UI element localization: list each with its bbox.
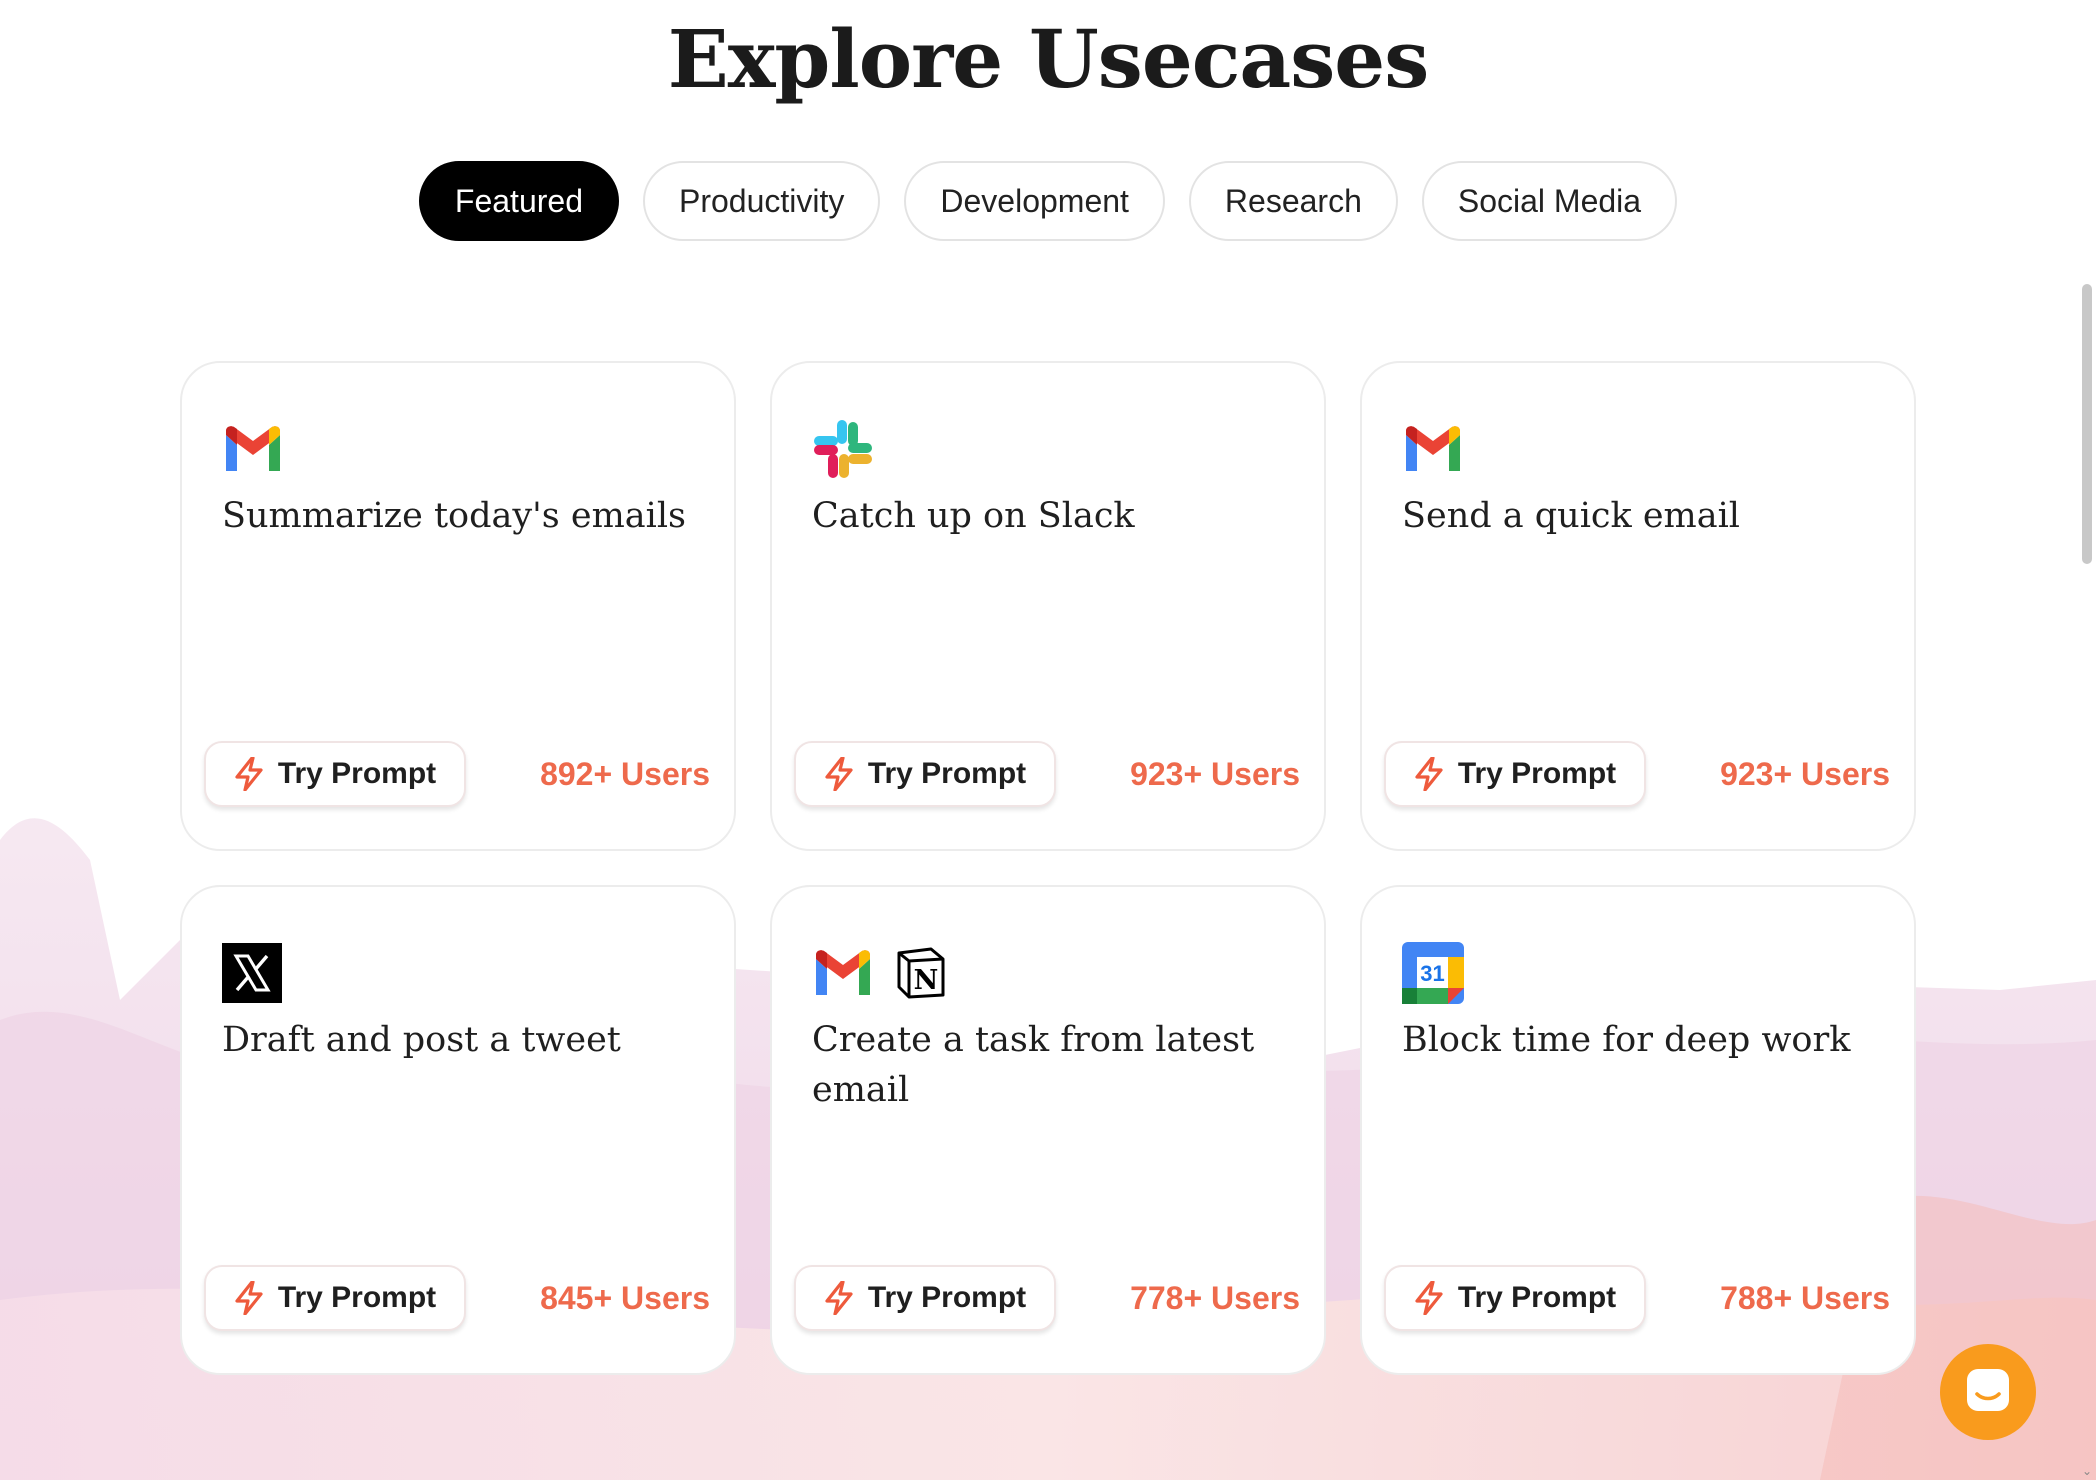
try-prompt-label: Try Prompt: [1457, 757, 1617, 790]
notion-icon: N: [896, 947, 946, 999]
notion-icon-letter: N: [914, 965, 939, 996]
try-prompt-label: Try Prompt: [277, 1281, 437, 1314]
usecase-grid: Summarize today's emails Try Prompt 892+…: [180, 361, 1916, 1375]
try-prompt-label: Try Prompt: [277, 757, 437, 790]
usecase-card[interactable]: N Create a task from latest email Try Pr…: [770, 885, 1326, 1375]
slack-icon: [812, 418, 874, 480]
user-count: 788+ Users: [1720, 1280, 1890, 1316]
card-title: Catch up on Slack: [812, 496, 1135, 536]
chat-button[interactable]: [1940, 1344, 2036, 1440]
tab-social-media[interactable]: Social Media: [1421, 161, 1678, 241]
card-icons: [1402, 419, 1464, 479]
user-count: 892+ Users: [540, 756, 710, 792]
try-prompt-label: Try Prompt: [867, 757, 1027, 790]
page: Explore Usecases Featured Productivity D…: [0, 0, 2096, 1480]
try-prompt-button[interactable]: Try Prompt: [1384, 1265, 1646, 1331]
page-title: Explore Usecases: [667, 12, 1429, 106]
lightning-icon: [1414, 1281, 1444, 1315]
try-prompt-label: Try Prompt: [867, 1281, 1027, 1314]
user-count: 845+ Users: [540, 1280, 710, 1316]
lightning-icon: [824, 757, 854, 791]
calendar-date: 31: [1420, 961, 1444, 986]
usecase-card[interactable]: Draft and post a tweet Try Prompt 845+ U…: [180, 885, 736, 1375]
user-count: 923+ Users: [1720, 756, 1890, 792]
google-calendar-icon: 31: [1402, 942, 1464, 1004]
card-title: Send a quick email: [1402, 496, 1740, 536]
card-title: Block time for deep work: [1402, 1020, 1851, 1060]
scrollbar[interactable]: ⌄: [2078, 0, 2096, 1480]
tab-featured[interactable]: Featured: [418, 161, 619, 241]
lightning-icon: [824, 1281, 854, 1315]
scrollbar-thumb[interactable]: [2082, 284, 2092, 564]
gmail-icon: [222, 425, 284, 473]
card-title: Summarize today's emails: [222, 496, 686, 536]
category-tabs: Featured Productivity Development Resear…: [0, 161, 2096, 241]
gmail-icon: [1402, 425, 1464, 473]
card-icons: [812, 419, 874, 479]
scroll-down-icon[interactable]: ⌄: [2080, 1464, 2094, 1478]
card-title: Create a task from latest email: [812, 1020, 1255, 1110]
x-icon: [222, 943, 282, 1003]
usecase-card[interactable]: Send a quick email Try Prompt 923+ Users: [1360, 361, 1916, 851]
usecase-card[interactable]: 31 Block time for deep work Try Prompt 7…: [1360, 885, 1916, 1375]
usecase-card[interactable]: Summarize today's emails Try Prompt 892+…: [180, 361, 736, 851]
tab-productivity[interactable]: Productivity: [642, 161, 881, 241]
tab-research[interactable]: Research: [1188, 161, 1398, 241]
try-prompt-button[interactable]: Try Prompt: [1384, 741, 1646, 807]
card-icons: 31: [1402, 942, 1464, 1004]
gmail-icon: [812, 949, 874, 997]
card-icons: [222, 943, 282, 1003]
lightning-icon: [234, 757, 264, 791]
try-prompt-button[interactable]: Try Prompt: [204, 741, 466, 807]
try-prompt-button[interactable]: Try Prompt: [204, 1265, 466, 1331]
lightning-icon: [234, 1281, 264, 1315]
try-prompt-button[interactable]: Try Prompt: [794, 1265, 1056, 1331]
try-prompt-label: Try Prompt: [1457, 1281, 1617, 1314]
usecase-card[interactable]: Catch up on Slack Try Prompt 923+ Users: [770, 361, 1326, 851]
card-title: Draft and post a tweet: [222, 1020, 621, 1060]
card-icons: [222, 419, 284, 479]
try-prompt-button[interactable]: Try Prompt: [794, 741, 1056, 807]
tab-development[interactable]: Development: [904, 161, 1165, 241]
card-icons: N: [812, 943, 946, 1003]
user-count: 778+ Users: [1130, 1280, 1300, 1316]
chat-icon: [1962, 1364, 2014, 1421]
lightning-icon: [1414, 757, 1444, 791]
user-count: 923+ Users: [1130, 756, 1300, 792]
